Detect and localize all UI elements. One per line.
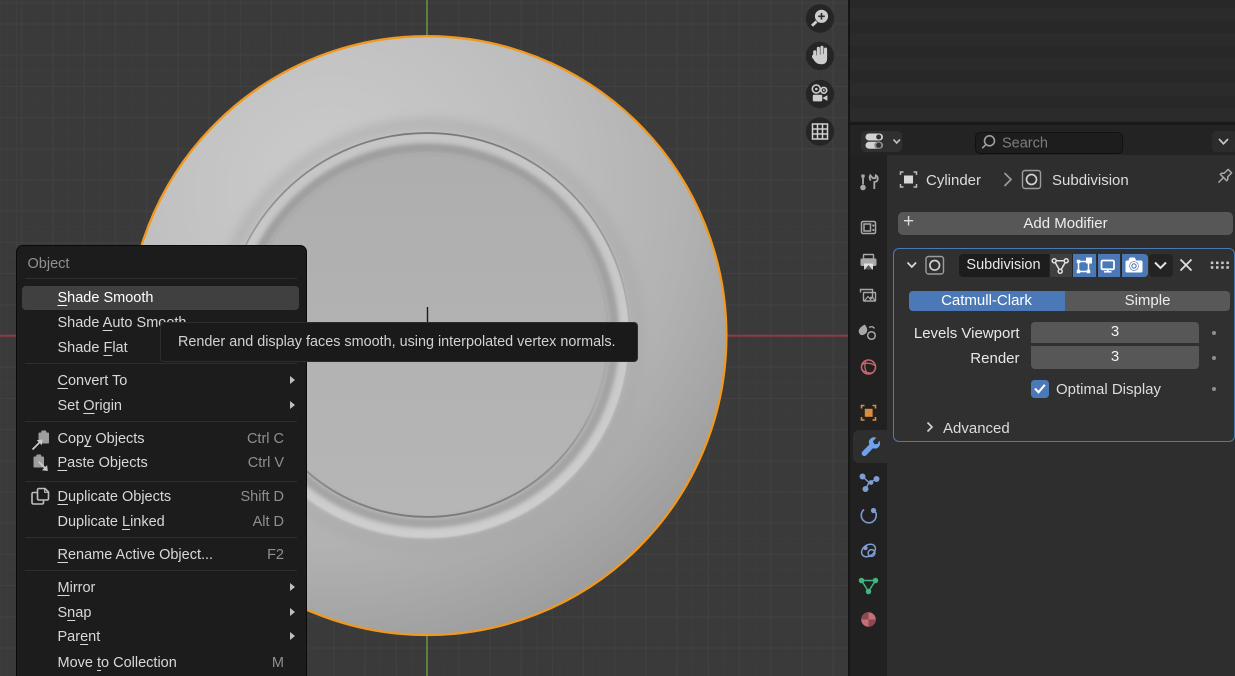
svg-text:Search: Search [1002, 136, 1048, 152]
